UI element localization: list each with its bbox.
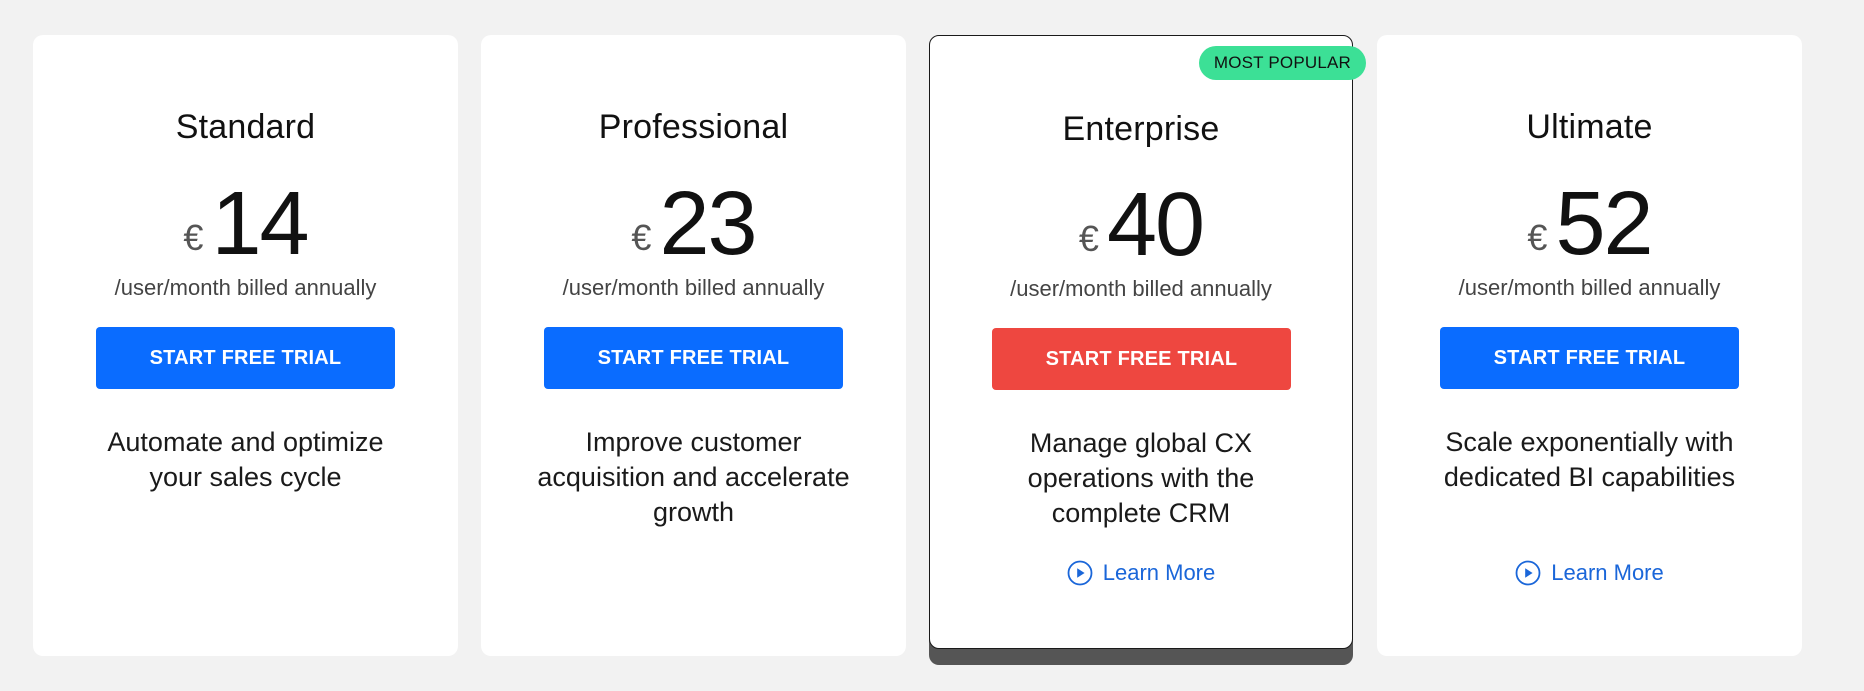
currency-symbol: € [631, 217, 652, 258]
plan-card-professional: Professional € 23 /user/month billed ann… [481, 35, 906, 656]
plan-card-standard: Standard € 14 /user/month billed annuall… [33, 35, 458, 656]
currency-symbol: € [183, 217, 204, 258]
billing-note: /user/month billed annually [562, 275, 825, 300]
currency-symbol: € [1078, 218, 1099, 259]
price-amount: 23 [659, 174, 757, 274]
plan-description: Scale exponentially with dedicated BI ca… [1443, 427, 1736, 492]
play-circle-icon [1515, 560, 1541, 586]
most-popular-badge: MOST POPULAR [1198, 46, 1366, 80]
plan-description: Automate and optimize your sales cycle [107, 427, 384, 492]
currency-symbol: € [1527, 217, 1548, 258]
plan-description: Manage global CX operations with the com… [1027, 428, 1255, 528]
start-free-trial-button[interactable]: START FREE TRIAL [544, 327, 843, 389]
learn-more-label: Learn More [1102, 560, 1216, 585]
billing-note: /user/month billed annually [1010, 276, 1272, 301]
price: € 52 [1377, 169, 1802, 269]
start-free-trial-button[interactable]: START FREE TRIAL [1440, 327, 1739, 389]
price-amount: 52 [1555, 174, 1653, 274]
start-free-trial-button[interactable]: START FREE TRIAL [96, 327, 395, 389]
play-circle-icon [1067, 560, 1093, 586]
learn-more-link[interactable]: Learn More [930, 560, 1352, 586]
start-free-trial-button[interactable]: START FREE TRIAL [992, 328, 1291, 390]
plan-card-enterprise: MOST POPULAR Enterprise € 40 /user/month… [929, 35, 1366, 649]
plan-name: Professional [598, 108, 789, 146]
plan-name: Enterprise [1062, 110, 1220, 148]
learn-more-label: Learn More [1551, 560, 1664, 585]
plan-card-ultimate: Ultimate € 52 /user/month billed annuall… [1377, 35, 1802, 656]
plan-name: Standard [175, 108, 316, 146]
price: € 23 [481, 169, 906, 269]
price-amount: 40 [1106, 175, 1205, 275]
pricing-plans: Standard € 14 /user/month billed annuall… [0, 0, 1864, 691]
billing-note: /user/month billed annually [114, 275, 377, 300]
plan-description: Improve customer acquisition and acceler… [537, 427, 850, 527]
price: € 40 [930, 170, 1352, 270]
plan-name: Ultimate [1526, 108, 1653, 146]
price-amount: 14 [211, 174, 309, 274]
price: € 14 [33, 169, 458, 269]
billing-note: /user/month billed annually [1458, 275, 1721, 300]
learn-more-link[interactable]: Learn More [1377, 560, 1802, 586]
